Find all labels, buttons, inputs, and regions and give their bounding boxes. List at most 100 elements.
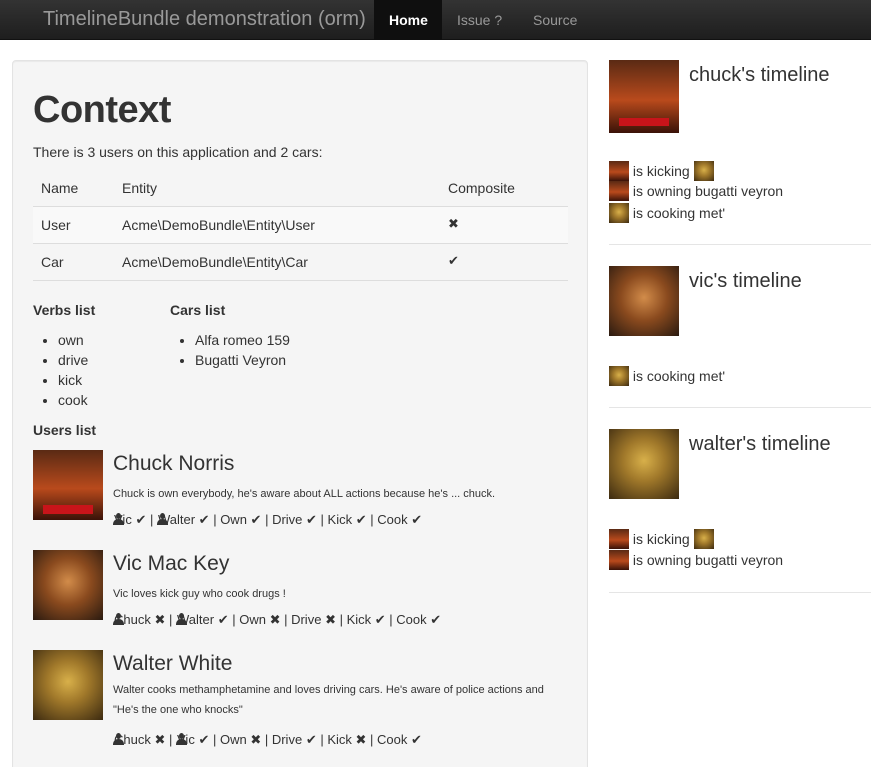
timeline-entry: is cooking met' [609,203,725,223]
row-name: Car [33,243,114,281]
intro-text: There is 3 users on this application and… [33,144,323,160]
timeline-title: vic's timeline [689,270,802,292]
entry-text: is cooking met' [632,205,726,221]
timeline-entry: is kicking [609,161,714,181]
nav-home[interactable]: Home [374,0,442,40]
action-link[interactable]: Cook [377,512,407,527]
vic-avatar [33,550,103,620]
action-link[interactable]: Cook [396,612,426,627]
user-card-vic: Vic Mac Key Vic loves kick guy who cook … [33,550,573,640]
user-actions: Vic ✔ | Walter ✔ | Own ✔ | Drive ✔ | Kic… [114,512,423,528]
user-card-walter: Walter White Walter cooks methamphetamin… [33,650,573,760]
top-navbar: TimelineBundle demonstration (orm) Home … [0,0,871,40]
cross-icon[interactable]: ✖ [325,613,336,628]
verbs-list: own drive kick cook [33,330,88,410]
check-icon[interactable]: ✔ [198,733,209,748]
check-icon[interactable]: ✔ [356,513,367,528]
nav-issue[interactable]: Issue ? [442,0,517,40]
action-link[interactable]: Drive [272,512,302,527]
timeline-entry: is owning bugatti veyron [609,181,783,201]
check-icon[interactable]: ✔ [199,513,210,528]
chuck-thumbnail [609,529,629,549]
chuck-avatar [33,450,103,520]
action-link[interactable]: Kick [347,612,372,627]
user-description: Walter cooks methamphetamine and loves d… [113,684,544,716]
check-icon[interactable]: ✔ [375,613,386,628]
timeline-vic: vic's timeline is cooking met' [609,266,871,396]
check-icon[interactable]: ✔ [411,733,422,748]
cross-icon[interactable]: ✖ [250,733,261,748]
list-item: own [58,330,88,350]
user-actions: Chuck ✖ | Walter ✔ | Own ✖ | Drive ✖ | K… [114,612,442,628]
timeline-divider [609,407,871,408]
cars-heading: Cars list [170,302,226,318]
list-item: cook [58,390,88,410]
chuck-thumbnail [609,550,629,570]
timeline-chuck: chuck's timeline is kicking is owning bu… [609,60,871,230]
cars-list: Alfa romeo 159 Bugatti Veyron [170,330,290,370]
user-description: Vic loves kick guy who cook drugs ! [113,588,286,600]
table-row: Car Acme\DemoBundle\Entity\Car ✔ [33,243,568,281]
cross-icon[interactable]: ✖ [154,613,165,628]
list-item: Alfa romeo 159 [195,330,290,350]
check-icon: ✔ [440,243,568,281]
action-link[interactable]: Own [239,612,266,627]
user-actions: Chuck ✖ | Vic ✔ | Own ✖ | Drive ✔ | Kick… [114,732,422,748]
check-icon[interactable]: ✔ [430,613,441,628]
table-row: User Acme\DemoBundle\Entity\User ✖ [33,206,568,244]
action-link[interactable]: Drive [272,732,302,747]
row-entity: Acme\DemoBundle\Entity\Car [114,243,440,281]
action-link[interactable]: Own [220,732,247,747]
entry-text: is owning bugatti veyron [632,552,784,568]
walter-thumbnail [609,366,629,386]
action-link[interactable]: Kick [327,732,352,747]
timeline-entry: is cooking met' [609,366,725,386]
user-description: Chuck is own everybody, he's aware about… [113,488,496,500]
check-icon[interactable]: ✔ [135,513,146,528]
brand-title[interactable]: TimelineBundle demonstration (orm) [43,8,366,31]
cross-icon[interactable]: ✖ [356,733,367,748]
check-icon[interactable]: ✔ [411,513,422,528]
timeline-entry: is owning bugatti veyron [609,550,783,570]
users-heading: Users list [33,422,97,438]
check-icon[interactable]: ✔ [251,513,262,528]
timeline-title: walter's timeline [689,433,831,455]
col-name: Name [33,170,114,207]
timeline-entry: is kicking [609,529,714,549]
timeline-title: chuck's timeline [689,64,830,86]
entry-text: is cooking met' [632,368,726,384]
cross-icon[interactable]: ✖ [270,613,281,628]
cross-icon[interactable]: ✖ [154,733,165,748]
user-name: Vic Mac Key [113,552,230,575]
action-link[interactable]: Cook [377,732,407,747]
nav-source[interactable]: Source [518,0,592,40]
walter-thumbnail [609,203,629,223]
row-entity: Acme\DemoBundle\Entity\User [114,206,440,244]
list-item: Bugatti Veyron [195,350,290,370]
chuck-thumbnail [609,161,629,181]
check-icon[interactable]: ✔ [306,513,317,528]
check-icon[interactable]: ✔ [218,613,229,628]
action-link[interactable]: Own [220,512,247,527]
action-link[interactable]: Kick [328,512,353,527]
page-title: Context [33,89,171,131]
walter-thumbnail [693,529,714,549]
entry-text: is kicking [632,531,690,547]
check-icon[interactable]: ✔ [306,733,317,748]
walter-thumbnail [693,161,714,181]
action-link[interactable]: Drive [291,612,321,627]
walter-avatar [609,429,679,499]
col-composite: Composite [440,170,568,207]
entry-text: is kicking [632,163,690,179]
row-name: User [33,206,114,244]
entities-table: Name Entity Composite User Acme\DemoBund… [33,170,568,281]
col-entity: Entity [114,170,440,207]
timeline-walter: walter's timeline is kicking is owning b… [609,429,871,579]
table-header-row: Name Entity Composite [33,170,568,207]
context-panel: Context There is 3 users on this applica… [12,60,588,767]
user-name: Walter White [113,652,233,675]
vic-avatar [609,266,679,336]
user-card-chuck: Chuck Norris Chuck is own everybody, he'… [33,450,573,540]
list-item: drive [58,350,88,370]
list-item: kick [58,370,88,390]
